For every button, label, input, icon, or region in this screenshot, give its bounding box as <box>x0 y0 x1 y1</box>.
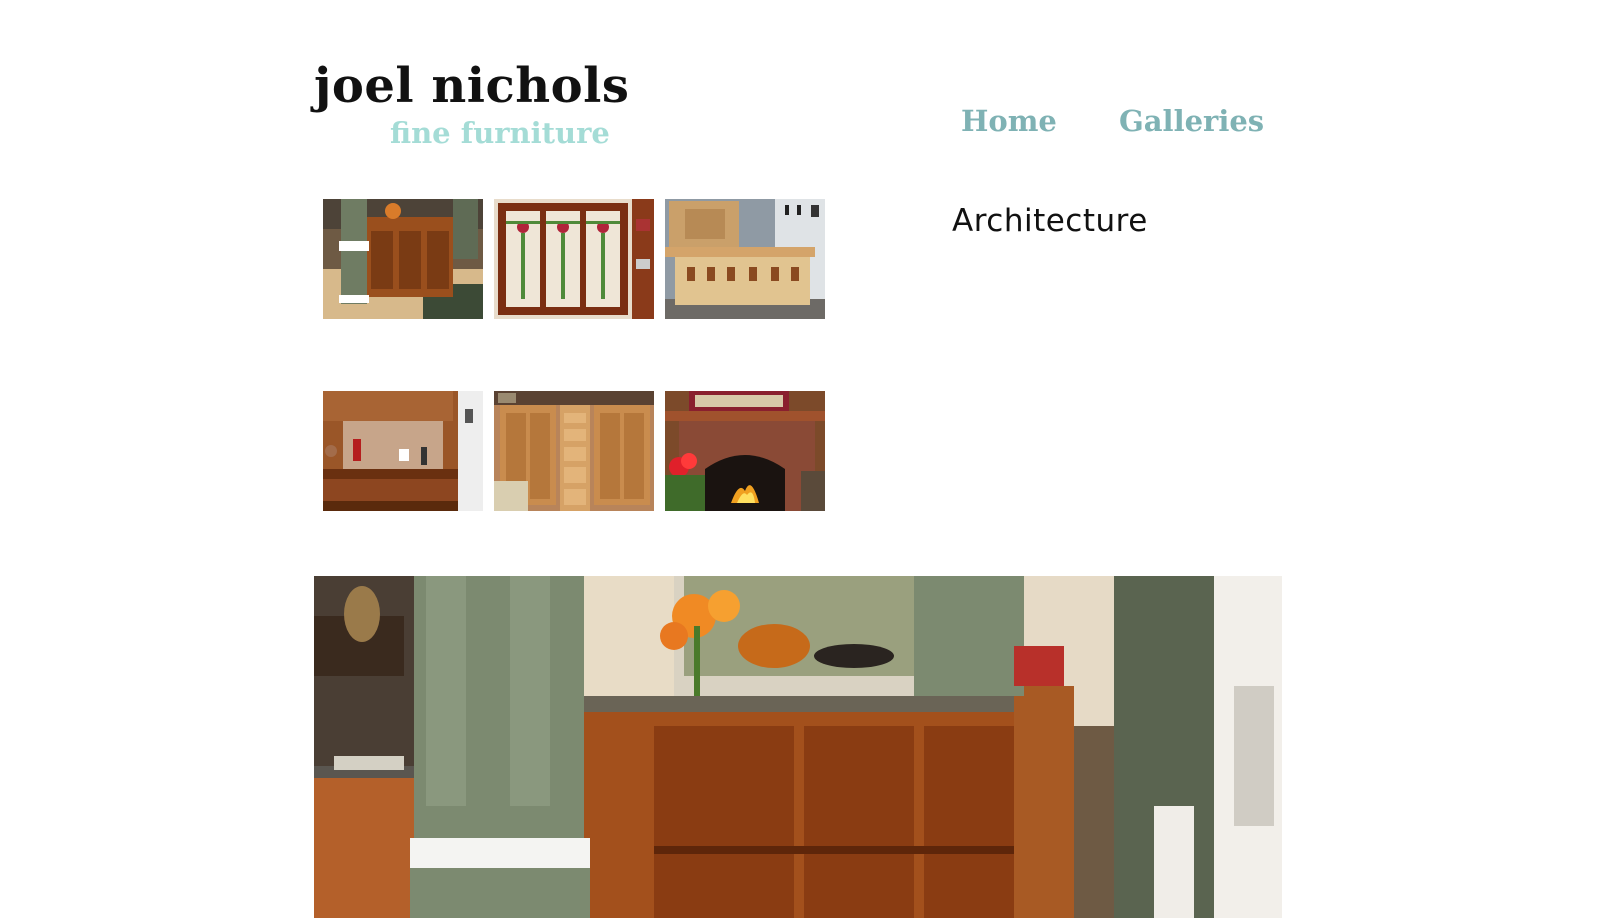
thumbnail-image <box>494 199 654 319</box>
gallery-thumbnail[interactable] <box>665 199 825 319</box>
thumbnail-image <box>665 391 825 511</box>
gallery-thumbnail[interactable] <box>323 391 483 511</box>
thumbnail-image <box>494 391 654 511</box>
gallery-thumbnail[interactable] <box>494 199 654 319</box>
nav-home-link[interactable]: Home <box>961 104 1057 138</box>
thumbnail-image <box>323 391 483 511</box>
thumbnail-image <box>665 199 825 319</box>
site-subtitle: fine furniture <box>390 116 610 150</box>
featured-image-graphic <box>314 576 1282 918</box>
thumbnail-image <box>323 199 483 319</box>
site-title[interactable]: joel nichols <box>314 58 629 114</box>
gallery-thumbnail[interactable] <box>665 391 825 511</box>
featured-image <box>314 576 1282 918</box>
nav-galleries-link[interactable]: Galleries <box>1119 104 1264 138</box>
gallery-thumbnail[interactable] <box>494 391 654 511</box>
gallery-title: Architecture <box>952 203 1148 239</box>
gallery-thumbnail[interactable] <box>323 199 483 319</box>
